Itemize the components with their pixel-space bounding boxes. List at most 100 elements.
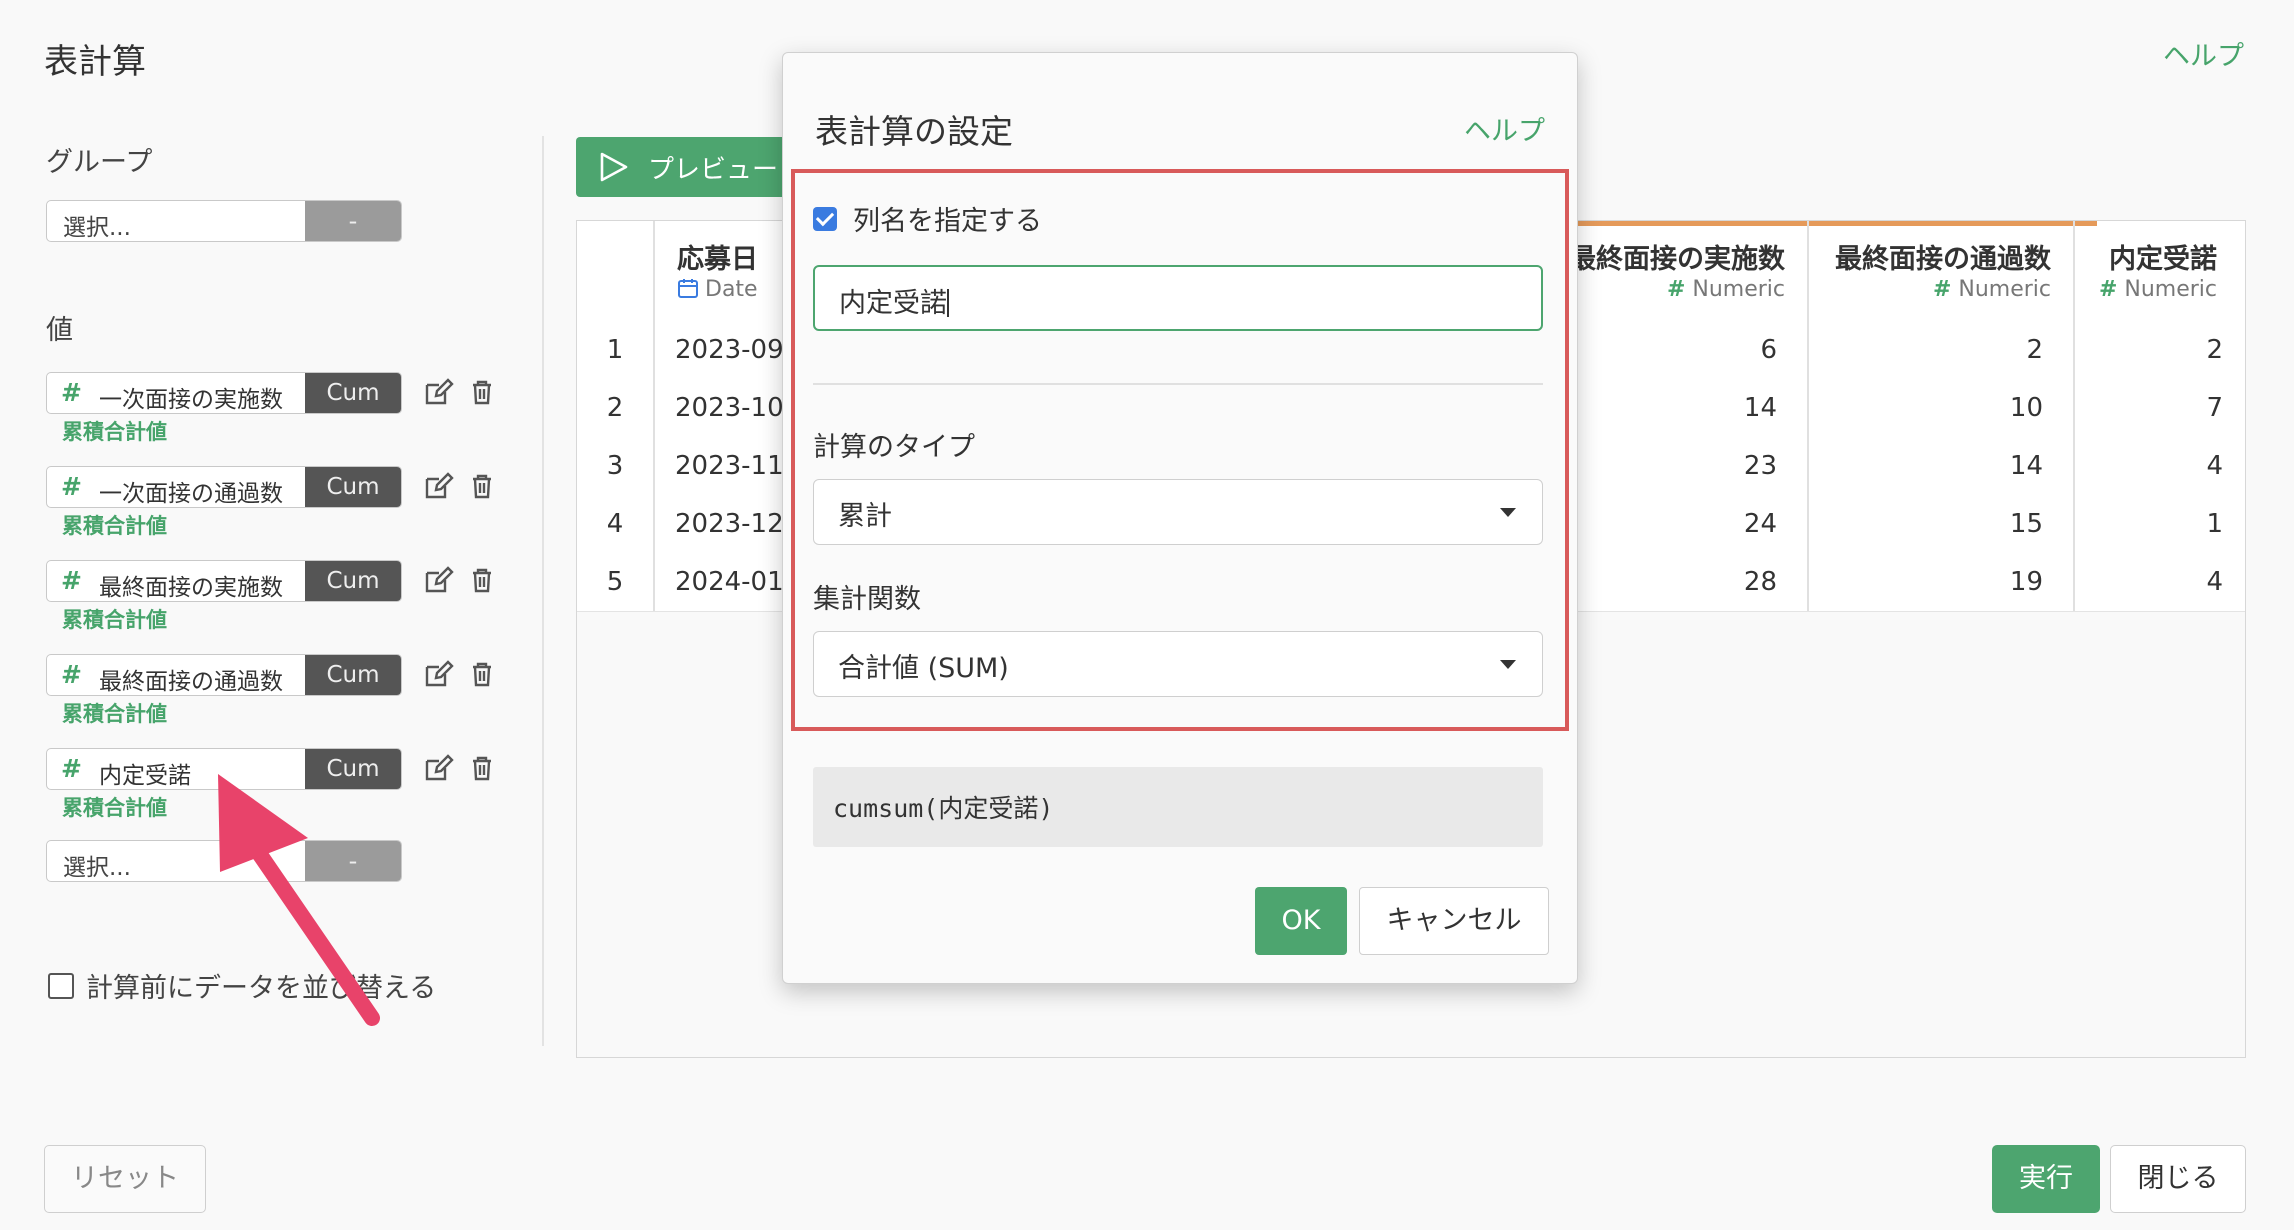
column-type-label: Numeric <box>1692 277 1785 302</box>
calc-type-select[interactable]: 累計 <box>813 479 1543 545</box>
cell-value: 2 <box>2206 335 2223 365</box>
edit-icon[interactable] <box>422 376 454 408</box>
cell-date: 2023-12 <box>675 509 784 539</box>
numeric-icon: # <box>2098 277 2118 302</box>
column-type-label: Numeric <box>2124 277 2217 302</box>
chevron-down-icon <box>1500 660 1516 669</box>
edit-icon[interactable] <box>422 658 454 690</box>
value-item-sub: 累積合計値 <box>62 796 167 820</box>
values-label: 値 <box>46 315 73 346</box>
numeric-icon: # <box>61 660 82 689</box>
cell-value: 23 <box>1743 451 1777 481</box>
play-icon <box>600 152 628 182</box>
calc-type-label: 計算のタイプ <box>813 432 975 463</box>
value-func-button[interactable]: Cum <box>305 467 401 507</box>
run-button[interactable]: 実行 <box>1992 1145 2100 1213</box>
column-type-label: Date <box>705 277 758 302</box>
value-func-button[interactable]: Cum <box>305 655 401 695</box>
value-func-button[interactable]: Cum <box>305 373 401 413</box>
preview-button-label: プレビュー <box>648 155 779 185</box>
column-header-name[interactable]: 最終面接の通過数 <box>1835 237 2051 276</box>
value-item[interactable]: # 最終面接の実施数 Cum <box>46 560 402 602</box>
column-divider <box>2073 221 2075 611</box>
cell-value: 14 <box>1743 393 1777 423</box>
column-name-input[interactable]: 内定受諾 <box>813 265 1543 331</box>
sort-checkbox[interactable] <box>48 972 74 999</box>
value-item[interactable]: # 一次面接の実施数 Cum <box>46 372 402 414</box>
cell-date: 2023-09 <box>675 335 784 365</box>
trash-icon[interactable] <box>466 564 498 596</box>
column-header-name[interactable]: 最終面接の実施数 <box>1569 237 1785 276</box>
group-label: グループ <box>46 147 153 178</box>
column-divider <box>653 221 655 611</box>
trash-icon[interactable] <box>466 470 498 502</box>
cell-value: 24 <box>1743 509 1777 539</box>
value-item[interactable]: # 一次面接の通過数 Cum <box>46 466 402 508</box>
row-number: 5 <box>606 567 624 597</box>
value-item[interactable]: # 最終面接の通過数 Cum <box>46 654 402 696</box>
calc-type-value: 累計 <box>838 501 892 532</box>
sidebar-divider <box>542 136 544 1046</box>
trash-icon[interactable] <box>466 752 498 784</box>
cell-value: 4 <box>2206 451 2223 481</box>
value-item-name: 最終面接の通過数 <box>99 669 283 695</box>
row-number: 3 <box>606 451 624 481</box>
row-number: 2 <box>606 393 624 423</box>
numeric-icon: # <box>61 566 82 595</box>
numeric-icon: # <box>1932 277 1952 302</box>
cell-value: 7 <box>2206 393 2223 423</box>
group-select-placeholder: 選択... <box>63 215 131 241</box>
cell-value: 28 <box>1743 567 1777 597</box>
cell-date: 2024-01 <box>675 567 784 597</box>
close-button[interactable]: 閉じる <box>2110 1145 2246 1213</box>
agg-func-value: 合計値 (SUM) <box>838 653 1009 684</box>
cell-value: 2 <box>2026 335 2043 365</box>
row-number: 4 <box>606 509 624 539</box>
value-item-name: 一次面接の通過数 <box>99 481 283 507</box>
cell-date: 2023-10 <box>675 393 784 423</box>
edit-icon[interactable] <box>422 752 454 784</box>
column-divider <box>1807 221 1809 611</box>
column-name-value: 内定受諾 <box>839 288 947 319</box>
value-item-name: 最終面接の実施数 <box>99 575 283 601</box>
cancel-button[interactable]: キャンセル <box>1359 887 1549 955</box>
calendar-icon <box>678 279 698 298</box>
value-item-sub: 累積合計値 <box>62 420 167 444</box>
value-item-sub: 累積合計値 <box>62 702 167 726</box>
dialog-help-link[interactable]: ヘルプ <box>1464 109 1545 148</box>
numeric-icon: # <box>61 378 82 407</box>
agg-func-label: 集計関数 <box>813 584 921 615</box>
cell-date: 2023-11 <box>675 451 784 481</box>
value-item-name: 一次面接の実施数 <box>99 387 283 413</box>
column-type-label: Numeric <box>1958 277 2051 302</box>
edit-icon[interactable] <box>422 470 454 502</box>
trash-icon[interactable] <box>466 658 498 690</box>
reset-button[interactable]: リセット <box>44 1145 206 1213</box>
numeric-icon: # <box>61 472 82 501</box>
formula-preview: cumsum(内定受諾) <box>813 767 1543 847</box>
cell-value: 4 <box>2206 567 2223 597</box>
row-number: 1 <box>606 335 624 365</box>
value-item-sub: 累積合計値 <box>62 608 167 632</box>
page-title: 表計算 <box>44 42 146 82</box>
help-link[interactable]: ヘルプ <box>2163 34 2244 73</box>
group-select[interactable]: 選択... - <box>46 200 402 242</box>
column-header-name[interactable]: 応募日 <box>677 237 758 276</box>
cell-value: 6 <box>1760 335 1777 365</box>
column-name-checkbox[interactable] <box>813 206 837 231</box>
column-header-type: # Numeric <box>1933 277 2051 302</box>
column-header-name[interactable]: 内定受諾 <box>2109 237 2217 276</box>
ok-button[interactable]: OK <box>1255 887 1347 955</box>
trash-icon[interactable] <box>466 376 498 408</box>
dialog-divider <box>813 383 1543 385</box>
edit-icon[interactable] <box>422 564 454 596</box>
value-func-button[interactable]: Cum <box>305 561 401 601</box>
preview-button[interactable]: プレビュー <box>576 137 786 197</box>
value-select-placeholder: 選択... <box>63 855 131 881</box>
group-select-button[interactable]: - <box>305 201 401 241</box>
annotation-arrow-icon <box>218 774 380 1026</box>
column-name-checkbox-row[interactable]: 列名を指定する <box>813 199 1042 238</box>
column-name-checkbox-label: 列名を指定する <box>853 206 1042 237</box>
agg-func-select[interactable]: 合計値 (SUM) <box>813 631 1543 697</box>
dialog-title: 表計算の設定 <box>815 112 1013 151</box>
